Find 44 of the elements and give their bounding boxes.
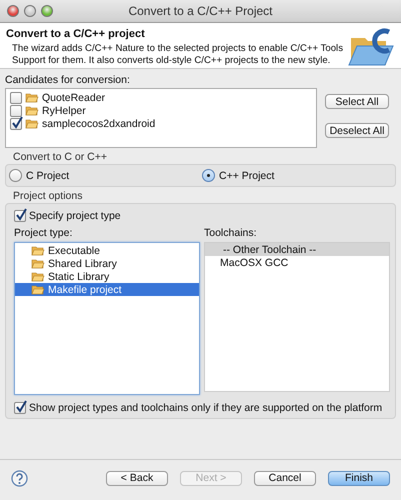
close-button[interactable] <box>7 5 19 17</box>
select-button[interactable]: Deselect All <box>325 123 389 138</box>
help-icon[interactable] <box>11 470 28 486</box>
wizard-button[interactable]: Finish <box>328 470 390 486</box>
checkbox[interactable] <box>10 118 22 130</box>
minimize-button[interactable] <box>24 5 36 17</box>
radio-label[interactable]: C Project <box>26 170 70 182</box>
radio-label[interactable]: C++ Project <box>219 170 274 182</box>
window-title: Convert to a C/C++ Project <box>128 5 273 17</box>
group-label: Convert to C or C++ <box>13 151 107 163</box>
folder-icon <box>31 245 45 256</box>
wizard-button[interactable]: < Back <box>106 470 168 486</box>
checkbox-label[interactable]: Show project types and toolchains only if they are supported on the platform <box>29 402 382 414</box>
list-item[interactable]: Static Library <box>15 270 199 283</box>
list-item[interactable]: samplecocos2dxandroid <box>42 118 156 130</box>
checkbox[interactable] <box>10 104 22 116</box>
zoom-button[interactable] <box>41 5 53 17</box>
radio-button[interactable] <box>202 169 215 182</box>
folder-icon <box>25 118 39 129</box>
page-title: Convert to a C/C++ project <box>6 28 146 40</box>
checkbox[interactable] <box>14 402 26 414</box>
checkbox[interactable] <box>14 210 26 222</box>
column-label: Toolchains: <box>204 227 258 239</box>
section-label: Candidates for conversion: <box>5 74 130 86</box>
checkbox[interactable] <box>10 92 22 104</box>
radio-button[interactable] <box>9 169 22 182</box>
list-item[interactable]: Shared Library <box>15 257 199 270</box>
folder-icon <box>31 271 45 282</box>
list-item[interactable]: Makefile project <box>15 283 199 296</box>
list-item[interactable]: RyHelper <box>42 104 86 116</box>
folder-icon <box>31 284 45 295</box>
list-item[interactable]: -- Other Toolchain -- <box>205 243 389 256</box>
wizard-button[interactable]: Cancel <box>254 470 316 486</box>
folder-icon <box>31 258 45 269</box>
group-label: Project options <box>13 190 82 202</box>
list-item[interactable]: Executable <box>15 244 199 257</box>
list-item[interactable]: MacOSX GCC <box>205 256 389 269</box>
column-label: Project type: <box>14 227 74 239</box>
list-item[interactable]: QuoteReader <box>42 92 106 104</box>
folder-icon <box>25 92 39 103</box>
page-description: The wizard adds C/C++ Nature to the selected projects to enable C/C++ Tools Support for them. It also converts old-style C/C++ projects to the new style. <box>12 43 344 67</box>
checkbox-label[interactable]: Specify project type <box>29 210 121 222</box>
select-button[interactable]: Select All <box>325 94 389 109</box>
folder-icon <box>25 105 39 116</box>
